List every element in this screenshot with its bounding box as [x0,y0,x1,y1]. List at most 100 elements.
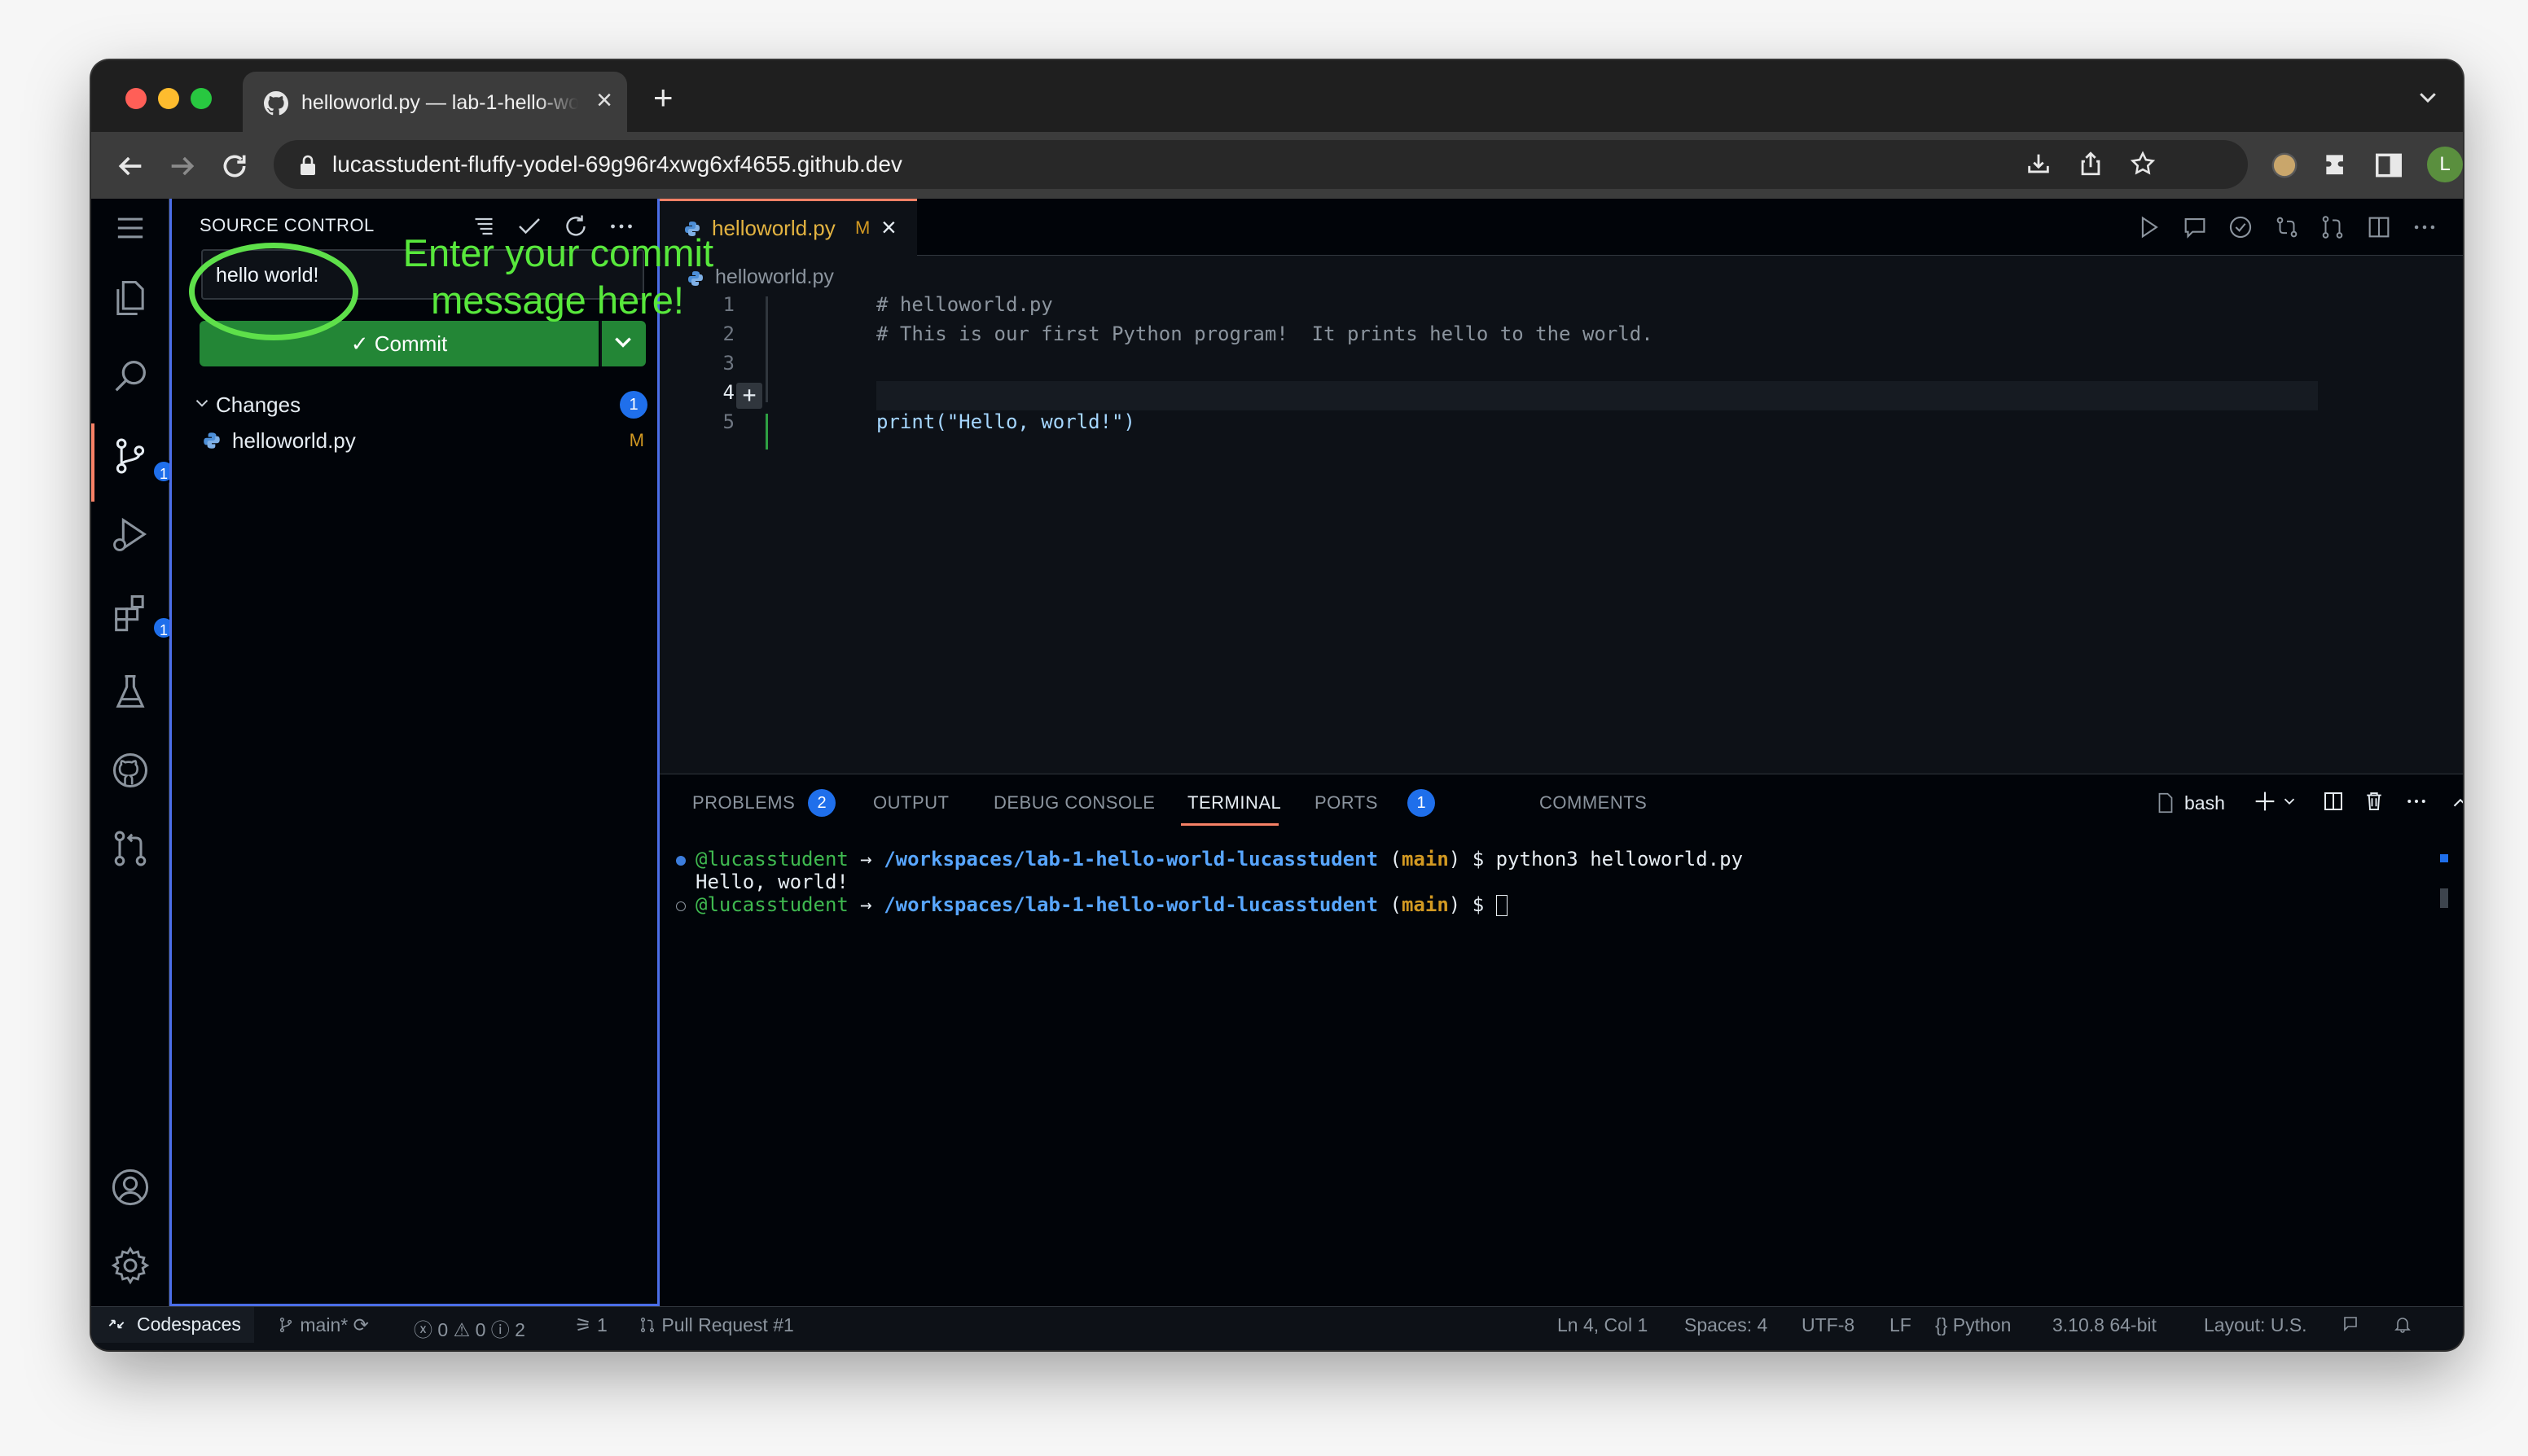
problems-status[interactable]: ⓧ 0 ⚠ 0 ⓘ 2 [414,1314,525,1342]
tab-debug-console[interactable]: DEBUG CONSOLE [994,792,1155,814]
annotation-line-1: Enter your commit [402,231,713,274]
gutter-added-indicator [766,414,768,450]
testing-flask-icon[interactable] [109,671,151,713]
install-app-icon[interactable] [2025,150,2052,182]
indentation-status[interactable]: Spaces: 4 [1684,1314,1767,1336]
menu-icon[interactable] [109,207,151,249]
terminal-line: @lucasstudent → /workspaces/lab-1-hello-… [676,848,1743,871]
source-control-sidebar: SOURCE CONTROL hello world! ✓ Commit Cha… [169,199,660,1306]
source-control-icon[interactable]: 1 [109,435,176,484]
notifications-bell-icon[interactable] [2393,1314,2412,1339]
close-window-button[interactable] [125,88,147,109]
close-tab-icon[interactable]: × [596,85,612,116]
browser-tab[interactable]: helloworld.py — lab-1-hello-world-lucass… [243,72,627,132]
explorer-icon[interactable] [109,277,151,319]
command-success-dot [676,856,686,866]
branch-icon [279,1318,292,1332]
split-terminal-icon[interactable] [2321,789,2346,818]
editor-tab-label: helloworld.py [712,216,836,240]
annotation-text: Enter your commit message here! [358,230,713,324]
feedback-icon[interactable] [2341,1314,2360,1339]
browser-tab-strip: helloworld.py — lab-1-hello-world-lucass… [91,60,2463,132]
run-python-icon[interactable] [2135,213,2162,241]
pull-requests-icon[interactable] [109,827,151,870]
terminal-branch: main [1401,848,1449,871]
search-icon[interactable] [109,355,151,397]
maximize-panel-icon[interactable] [2448,791,2463,819]
comment-icon[interactable] [2181,213,2209,241]
code-line: # helloworld.py [876,293,1053,316]
keyboard-layout-status[interactable]: Layout: U.S. [2204,1314,2307,1336]
pull-request-icon[interactable] [2319,213,2346,241]
lock-icon[interactable] [298,154,318,181]
github-icon[interactable] [109,749,151,792]
command-pending-dot [676,901,686,911]
line-number: 3 [722,352,735,375]
address-bar[interactable]: lucasstudent-fluffy-yodel-69g96r4xwg6xf4… [274,140,2248,189]
new-tab-button[interactable]: + [653,78,674,117]
extension-globe-icon[interactable] [2269,150,2300,185]
share-icon[interactable] [2077,150,2104,182]
pull-request-status[interactable]: Pull Request #1 [639,1314,794,1336]
activity-bar: 1 1 [91,199,176,1306]
tab-problems[interactable]: PROBLEMS [692,792,795,814]
extensions-puzzle-icon[interactable] [2321,150,2352,185]
side-panel-icon[interactable] [2373,150,2404,185]
branch-status[interactable]: main* ⟳ [277,1314,369,1336]
encoding-status[interactable]: UTF-8 [1802,1314,1854,1336]
terminal-path: /workspaces/lab-1-hello-world-lucasstude… [884,848,1379,871]
terminal-branch-open: ( [1389,848,1402,871]
language-status[interactable]: {} Python [1935,1314,2011,1336]
terminal-command: python3 helloworld.py [1495,848,1744,871]
close-editor-icon[interactable]: × [881,213,897,243]
tab-output[interactable]: OUTPUT [873,792,949,814]
run-debug-icon[interactable] [109,513,151,555]
tab-terminal[interactable]: TERMINAL [1187,792,1281,814]
ports-status[interactable]: ⚞ 1 [575,1314,608,1336]
new-terminal-icon[interactable] [2251,787,2279,819]
active-view-indicator [91,423,94,502]
eol-status[interactable]: LF [1889,1314,1911,1336]
commit-options-dropdown[interactable] [600,321,646,366]
accounts-icon[interactable] [109,1166,151,1208]
cursor-position[interactable]: Ln 4, Col 1 [1557,1314,1648,1336]
chevron-down-icon[interactable] [2280,792,2298,814]
check-circle-icon[interactable] [2227,213,2254,241]
reload-icon[interactable] [218,150,251,182]
terminal[interactable]: @lucasstudent → /workspaces/lab-1-hello-… [676,848,1743,916]
changed-file-item[interactable]: helloworld.py M [201,423,647,458]
error-icon: ⓧ [414,1319,432,1340]
code-editor[interactable]: 1 2 3 4 5 + # helloworld.py # This is ou… [660,292,2463,536]
extensions-icon[interactable]: 1 [109,591,176,640]
active-tab-underline [1181,823,1279,826]
minimize-window-button[interactable] [158,88,179,109]
settings-gear-icon[interactable] [109,1244,151,1287]
split-editor-icon[interactable] [2365,213,2393,241]
panel-more-icon[interactable] [2404,789,2429,818]
terminal-path: /workspaces/lab-1-hello-world-lucasstude… [884,893,1379,916]
terminal-arrow: → [860,848,872,871]
add-comment-icon[interactable]: + [736,383,762,409]
changes-section-header[interactable]: Changes 1 [191,388,647,420]
forward-icon[interactable] [166,150,199,182]
trash-icon[interactable] [2362,789,2386,818]
maximize-window-button[interactable] [191,88,212,109]
back-icon[interactable] [114,150,147,182]
tab-search-icon[interactable] [2416,85,2440,113]
annotation-circle [189,243,358,340]
terminal-shell-name[interactable]: bash [2184,792,2225,814]
profile-avatar[interactable]: L [2427,147,2463,182]
editor-more-icon[interactable] [2411,213,2438,241]
tab-ports[interactable]: PORTS [1314,792,1378,814]
line-number: 5 [722,410,735,433]
remote-indicator[interactable]: Codespaces [91,1307,254,1343]
sync-icon[interactable]: ⟳ [353,1314,369,1335]
bookmark-star-icon[interactable] [2129,150,2157,182]
language-braces-icon: {} [1935,1314,1948,1335]
info-count: 2 [515,1319,525,1340]
tab-comments[interactable]: COMMENTS [1539,792,1647,814]
code-line: # This is our first Python program! It p… [876,322,1653,345]
interpreter-status[interactable]: 3.10.8 64-bit [2052,1314,2157,1336]
compare-changes-icon[interactable] [2273,213,2301,241]
terminal-scrollbar[interactable] [2440,888,2448,908]
